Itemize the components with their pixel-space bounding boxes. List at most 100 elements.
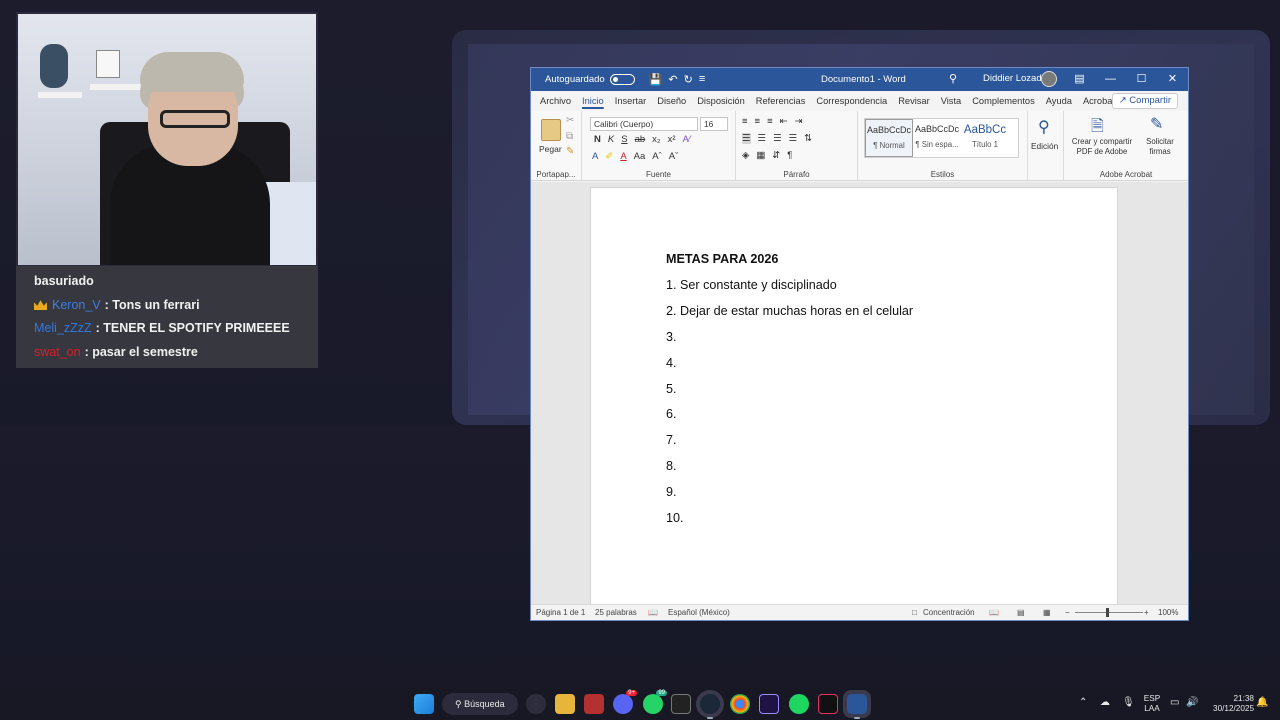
highlight-icon[interactable]: ✐ <box>605 151 613 162</box>
style-normal[interactable]: AaBbCcDc ¶ Normal <box>865 119 913 157</box>
tab-vista[interactable]: Vista <box>941 96 962 106</box>
font-name-select[interactable]: Calibri (Cuerpo) <box>590 117 698 131</box>
change-case-icon[interactable]: Aa <box>634 151 646 162</box>
sort-icon[interactable]: ⇵ <box>772 150 780 161</box>
style-no-spacing[interactable]: AaBbCcDc ¶ Sin espa... <box>913 119 961 157</box>
spotify-icon[interactable] <box>789 694 809 714</box>
clear-format-icon[interactable]: A∕ <box>683 134 691 145</box>
line-spacing-icon[interactable]: ⇅ <box>804 133 812 144</box>
app-icon[interactable] <box>584 694 604 714</box>
search-icon[interactable]: ⚲ <box>949 72 957 85</box>
request-signatures-icon[interactable]: ✎ <box>1150 114 1163 134</box>
bold-icon[interactable]: N <box>594 134 601 145</box>
list-item[interactable]: 1. Ser constante y disciplinado <box>666 276 913 302</box>
tab-disposicion[interactable]: Disposición <box>697 96 745 106</box>
maximize-icon[interactable]: ☐ <box>1126 68 1157 91</box>
toggle-switch[interactable] <box>609 74 635 85</box>
grow-font-icon[interactable]: Aˆ <box>652 151 662 162</box>
editing-group[interactable]: ⚲ Edición <box>1028 111 1064 181</box>
redo-icon[interactable]: ↻ <box>684 73 693 86</box>
strikethrough-icon[interactable]: ab <box>635 134 646 145</box>
word-count[interactable]: 25 palabras <box>595 608 637 617</box>
steam-icon[interactable] <box>696 690 724 718</box>
numbering-icon[interactable]: ≡ <box>755 116 761 127</box>
list-item[interactable]: 8. <box>666 457 913 483</box>
create-pdf-button[interactable]: Crear y compartir PDF de Adobe <box>1068 137 1136 157</box>
language-indicator[interactable]: ESP LAA <box>1140 694 1164 714</box>
tab-diseno[interactable]: Diseño <box>657 96 686 106</box>
shrink-font-icon[interactable]: Aˇ <box>669 151 679 162</box>
epic-games-icon[interactable] <box>671 694 691 714</box>
document-heading[interactable]: METAS PARA 2026 <box>666 250 913 276</box>
share-button[interactable]: ↗ Compartir <box>1111 93 1178 109</box>
display-icon[interactable]: ▭ <box>1170 698 1179 708</box>
font-size-select[interactable]: 16 <box>700 117 728 131</box>
read-mode-icon[interactable]: 📖 <box>989 608 999 617</box>
chrome-icon[interactable] <box>730 694 750 714</box>
shading-icon[interactable]: ◈ <box>742 150 749 161</box>
minimize-icon[interactable]: — <box>1095 68 1126 91</box>
avatar[interactable] <box>1041 71 1057 87</box>
premiere-icon[interactable] <box>759 694 779 714</box>
word-icon[interactable] <box>843 690 871 718</box>
list-item[interactable]: 5. <box>666 380 913 406</box>
justify-icon[interactable]: ☰ <box>789 133 798 144</box>
tab-acrobat[interactable]: Acrobat <box>1083 96 1115 106</box>
tab-referencias[interactable]: Referencias <box>756 96 806 106</box>
paste-icon[interactable] <box>541 119 561 141</box>
file-explorer-icon[interactable] <box>555 694 575 714</box>
cloud-icon[interactable]: ☁ <box>1100 698 1110 708</box>
print-layout-icon[interactable]: ▤ <box>1017 608 1025 617</box>
tiktok-icon[interactable] <box>818 694 838 714</box>
zoom-slider[interactable] <box>1075 612 1143 613</box>
paste-button-label[interactable]: Pegar <box>539 144 562 154</box>
page-count[interactable]: Página 1 de 1 <box>536 608 585 617</box>
tab-ayuda[interactable]: Ayuda <box>1046 96 1072 106</box>
focus-icon[interactable]: □ <box>912 608 917 617</box>
list-item[interactable]: 4. <box>666 354 913 380</box>
customize-qat-icon[interactable]: ≡ <box>699 73 705 86</box>
tab-correspondencia[interactable]: Correspondencia <box>816 96 887 106</box>
zoom-out-icon[interactable]: − <box>1065 608 1070 617</box>
user-name[interactable]: Diddier Lozada <box>983 73 1047 84</box>
multilevel-list-icon[interactable]: ≡ <box>767 116 773 127</box>
subscript-icon[interactable]: x₂ <box>652 134 660 145</box>
close-icon[interactable]: ✕ <box>1157 68 1188 91</box>
web-layout-icon[interactable]: ▦ <box>1043 608 1051 617</box>
tab-inicio[interactable]: Inicio <box>582 96 604 106</box>
pilcrow-icon[interactable]: ¶ <box>787 150 792 161</box>
zoom-knob[interactable] <box>1106 608 1109 617</box>
style-heading-1[interactable]: AaBbCc Título 1 <box>961 119 1009 157</box>
list-item[interactable]: 6. <box>666 405 913 431</box>
align-center-icon[interactable]: ☰ <box>758 133 767 144</box>
tab-insertar[interactable]: Insertar <box>615 96 647 106</box>
ribbon-display-icon[interactable]: ▤ <box>1064 68 1095 91</box>
chevron-up-icon[interactable]: ⌃ <box>1079 698 1087 708</box>
taskbar-search[interactable]: ⚲ Búsqueda <box>442 693 518 715</box>
align-left-icon[interactable]: ☰ <box>742 133 751 144</box>
microphone-icon[interactable]: 🎙 <box>1122 698 1135 708</box>
request-signatures-button[interactable]: Solicitar firmas <box>1138 137 1182 157</box>
whatsapp-icon[interactable]: 99 <box>643 690 667 714</box>
volume-icon[interactable]: 🔊 <box>1186 698 1198 708</box>
discord-icon[interactable]: 9+ <box>613 690 637 714</box>
text-effects-icon[interactable]: A <box>592 151 598 162</box>
decrease-indent-icon[interactable]: ⇤ <box>780 116 788 127</box>
zoom-in-icon[interactable]: + <box>1144 608 1149 617</box>
underline-icon[interactable]: S <box>621 134 627 145</box>
clock[interactable]: 21:38 30/12/2025 <box>1204 694 1254 714</box>
tab-archivo[interactable]: Archivo <box>540 96 571 106</box>
cut-icon[interactable]: ✂ <box>566 115 574 126</box>
search-icon[interactable]: ⚲ <box>1038 117 1050 137</box>
document-page[interactable]: METAS PARA 2026 1. Ser constante y disci… <box>590 187 1118 612</box>
save-icon[interactable]: 💾 <box>649 73 663 86</box>
increase-indent-icon[interactable]: ⇥ <box>795 116 803 127</box>
list-item[interactable]: 2. Dejar de estar muchas horas en el cel… <box>666 302 913 328</box>
format-painter-icon[interactable]: ✎ <box>566 146 574 157</box>
windows-start-icon[interactable] <box>414 694 434 714</box>
font-color-icon[interactable]: A <box>620 151 626 162</box>
borders-icon[interactable]: ▦ <box>756 150 765 161</box>
tab-revisar[interactable]: Revisar <box>898 96 930 106</box>
list-item[interactable]: 10. <box>666 509 913 535</box>
widget-icon[interactable] <box>526 694 546 714</box>
